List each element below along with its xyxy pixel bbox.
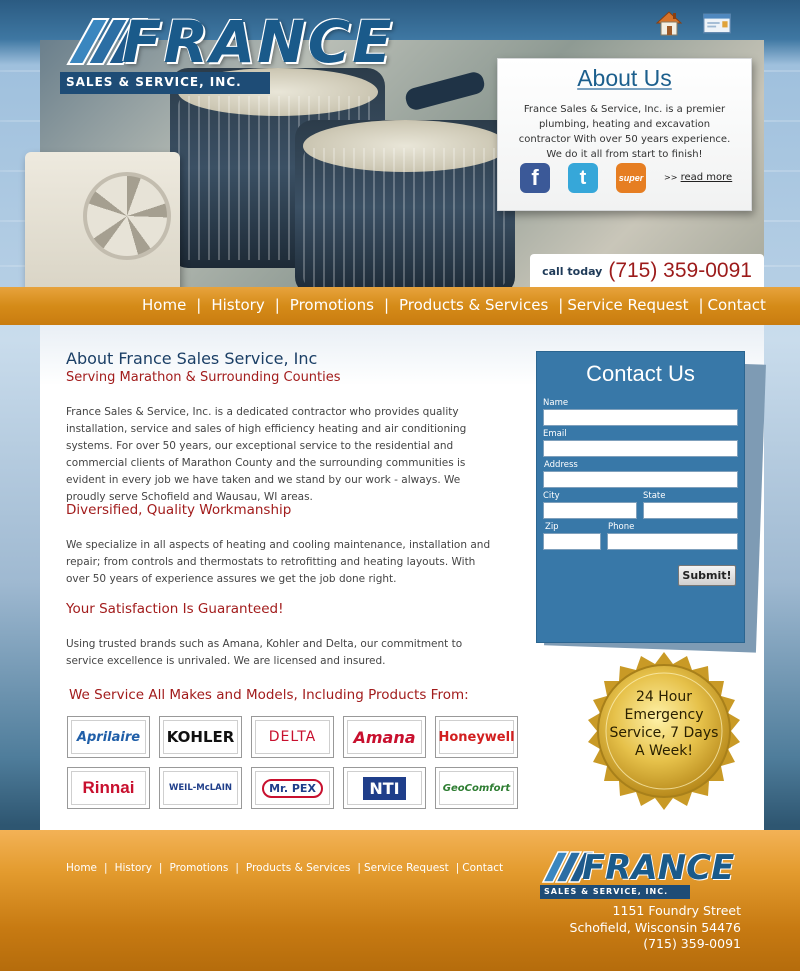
page-title: About France Sales Service, Inc (66, 349, 318, 368)
phone-label: Phone (608, 522, 635, 532)
intro-paragraph: France Sales & Service, Inc. is a dedica… (66, 406, 467, 503)
submit-button[interactable]: Submit! (678, 565, 736, 586)
brand-logos-row: Rinnai WEIL-McLAIN Mr. PEX NTI GeoComfor… (67, 767, 518, 809)
brand-logo-honeywell: Honeywell (435, 716, 518, 758)
main-nav: Home | History | Promotions | Products &… (0, 287, 800, 325)
facebook-icon[interactable]: f (520, 163, 550, 193)
social-links: f t super (520, 163, 646, 193)
footer-link-promotions[interactable]: Promotions (169, 862, 228, 874)
brand-logo-nti: NTI (343, 767, 426, 809)
footer-nav: Home | History | Promotions | Products &… (66, 862, 504, 874)
footer-link-contact[interactable]: Contact (462, 862, 503, 874)
twitter-icon[interactable]: t (568, 163, 598, 193)
about-us-body: France Sales & Service, Inc. is a premie… (518, 104, 731, 160)
fan-graphic (83, 172, 171, 260)
read-more-label[interactable]: read more (681, 172, 733, 183)
name-field[interactable] (543, 409, 738, 426)
footer-link-products-services[interactable]: Products & Services (246, 862, 350, 874)
top-icon-bar (654, 8, 732, 38)
brands-heading: We Service All Makes and Models, Includi… (69, 687, 469, 703)
city-field[interactable] (543, 502, 637, 519)
logo-subtitle: SALES & SERVICE, INC. (60, 72, 270, 94)
email-label: Email (543, 429, 567, 439)
footer-logo[interactable]: FRANCE SALES & SERVICE, INC. (538, 848, 750, 899)
phone-number[interactable]: (715) 359-0091 (608, 259, 752, 283)
call-today-box: call today (715) 359-0091 (530, 254, 764, 288)
footer-address: 1151 Foundry Street Schofield, Wisconsin… (570, 903, 741, 953)
nav-home[interactable]: Home (142, 296, 186, 314)
section-title-satisfaction: Your Satisfaction Is Guaranteed! (66, 601, 284, 617)
site-header: FRANCE SALES & SERVICE, INC. About Us Fr… (0, 0, 800, 325)
brand-logo-rinnai: Rinnai (67, 767, 150, 809)
brand-logos-row: Aprilaire KOHLER DELTA Amana Honeywell (67, 716, 518, 758)
nav-separator: | (274, 296, 280, 314)
footer-logo-wordmark: FRANCE (582, 848, 735, 888)
logo-wordmark: FRANCE (122, 8, 394, 76)
footer-link-history[interactable]: History (115, 862, 152, 874)
city-label: City (543, 491, 560, 501)
footer-link-home[interactable]: Home (66, 862, 97, 874)
site-logo[interactable]: FRANCE SALES & SERVICE, INC. (58, 8, 428, 94)
email-field[interactable] (543, 440, 738, 457)
brand-logo-kohler: KOHLER (159, 716, 242, 758)
section-title-workmanship: Diversified, Quality Workmanship (66, 502, 292, 518)
ac-unit-front (295, 120, 515, 295)
nav-promotions[interactable]: Promotions (290, 296, 374, 314)
brand-logo-amana: Amana (343, 716, 426, 758)
brand-logo-weil-mclain: WEIL-McLAIN (159, 767, 242, 809)
footer-link-service-request[interactable]: Service Request (364, 862, 449, 874)
superpages-icon[interactable]: super (616, 163, 646, 193)
nav-separator: | (383, 296, 389, 314)
name-label: Name (543, 398, 569, 408)
nav-separator: | (558, 296, 564, 314)
brand-logo-mr-pex: Mr. PEX (251, 767, 334, 809)
address-label: Address (544, 460, 578, 470)
brand-logo-delta: DELTA (251, 716, 334, 758)
main-content: About France Sales Service, Inc Serving … (40, 325, 766, 830)
seal-text: 24 Hour Emergency Service, 7 Days A Week… (609, 689, 719, 759)
page-tagline: Serving Marathon & Surrounding Counties (66, 370, 341, 385)
nav-history[interactable]: History (211, 296, 264, 314)
contact-title: Contact Us (586, 361, 695, 386)
nav-contact[interactable]: Contact (708, 296, 766, 314)
about-us-box: About Us France Sales & Service, Inc. is… (497, 58, 752, 211)
address-phone[interactable]: (715) 359-0091 (570, 936, 741, 953)
brand-logo-geocomfort: GeoComfort (435, 767, 518, 809)
state-label: State (643, 491, 666, 501)
zip-label: Zip (545, 522, 559, 532)
brand-logo-aprilaire: Aprilaire (67, 716, 150, 758)
site-footer: Home | History | Promotions | Products &… (0, 830, 800, 971)
zip-field[interactable] (543, 533, 601, 550)
mail-icon[interactable] (702, 8, 732, 38)
contact-form: Contact Us Name Email Address City State… (536, 351, 745, 643)
nav-separator: | (698, 296, 704, 314)
address-city: Schofield, Wisconsin 54476 (569, 919, 741, 935)
nav-separator: | (196, 296, 202, 314)
section-body-workmanship: We specialize in all aspects of heating … (66, 539, 491, 585)
emergency-service-seal: 24 Hour Emergency Service, 7 Days A Week… (576, 650, 752, 826)
nav-products-services[interactable]: Products & Services (399, 296, 548, 314)
section-body-satisfaction: Using trusted brands such as Amana, Kohl… (66, 638, 463, 667)
phone-field[interactable] (607, 533, 738, 550)
about-us-title: About Us (577, 65, 672, 91)
address-field[interactable] (543, 471, 738, 488)
home-icon[interactable] (654, 8, 684, 38)
mini-ac-unit (25, 152, 180, 302)
address-street: 1151 Foundry Street (612, 903, 741, 918)
call-today-label: call today (542, 264, 603, 278)
nav-service-request[interactable]: Service Request (567, 296, 688, 314)
footer-logo-subtitle: SALES & SERVICE, INC. (540, 885, 690, 899)
state-field[interactable] (643, 502, 738, 519)
read-more-link[interactable]: >> read more (664, 172, 732, 183)
